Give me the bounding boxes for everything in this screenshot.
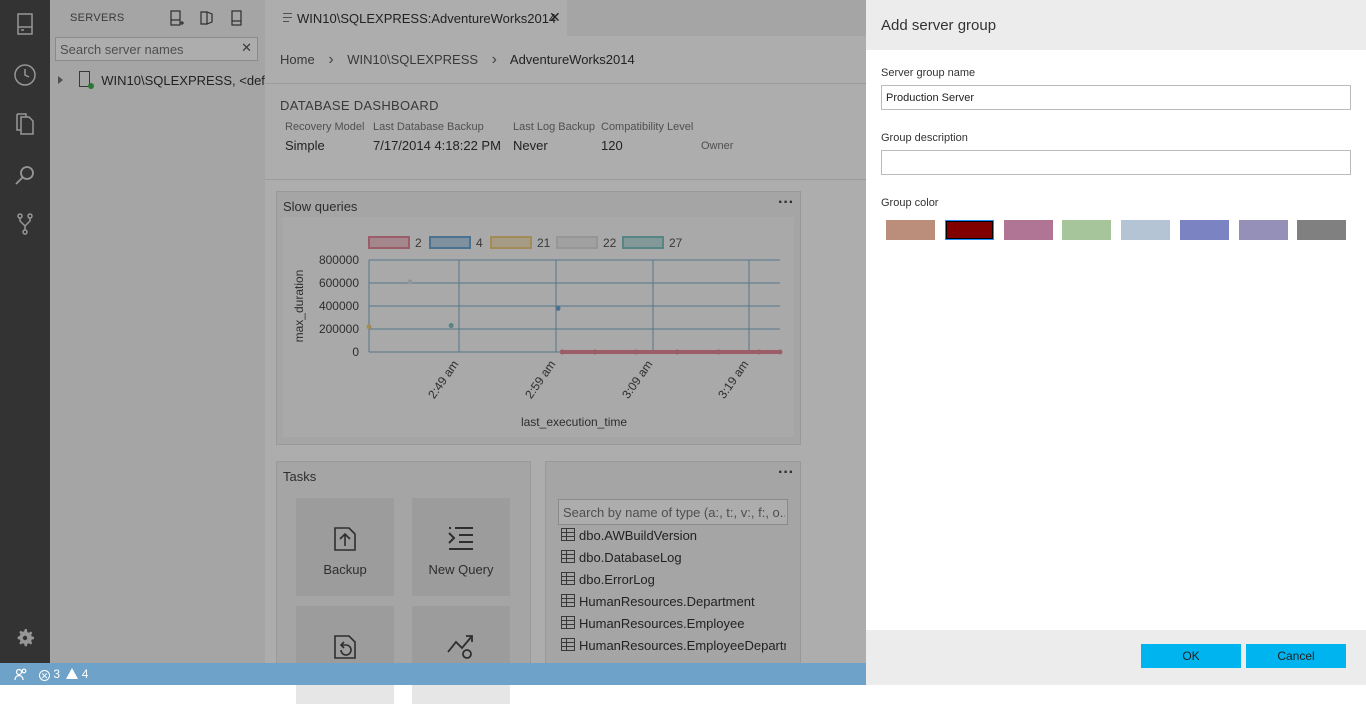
error-count: 3: [53, 667, 61, 681]
color-swatch[interactable]: [1062, 220, 1111, 240]
dialog-header: Add server group: [866, 0, 1366, 50]
color-swatch[interactable]: [1297, 220, 1346, 240]
group-description-input[interactable]: [882, 151, 1350, 174]
errors-indicator[interactable]: ✕ 3 4: [39, 667, 88, 681]
group-description-label: Group description: [881, 132, 968, 144]
color-swatch[interactable]: [886, 220, 935, 240]
dialog-footer: OK Cancel: [866, 630, 1366, 685]
server-group-name-field[interactable]: [881, 85, 1351, 110]
add-server-group-dialog: Add server group Server group name Group…: [866, 0, 1366, 685]
ok-button[interactable]: OK: [1141, 644, 1241, 668]
status-bar: ✕ 3 4: [0, 663, 866, 685]
group-color-label: Group color: [881, 197, 939, 209]
error-icon: ✕: [39, 670, 50, 681]
color-swatch[interactable]: [1239, 220, 1288, 240]
accounts-icon[interactable]: [14, 667, 28, 684]
color-swatch[interactable]: [1121, 220, 1170, 240]
warning-count: 4: [81, 667, 89, 681]
warning-icon: [66, 668, 79, 679]
color-swatch[interactable]: [1004, 220, 1053, 240]
server-group-name-input[interactable]: [882, 86, 1350, 109]
color-swatch[interactable]: [945, 220, 994, 240]
server-group-name-label: Server group name: [881, 67, 976, 79]
color-swatch[interactable]: [1180, 220, 1229, 240]
dialog-title: Add server group: [881, 17, 997, 34]
modal-overlay[interactable]: [0, 0, 866, 663]
cancel-button[interactable]: Cancel: [1246, 644, 1346, 668]
group-description-field[interactable]: [881, 150, 1351, 175]
